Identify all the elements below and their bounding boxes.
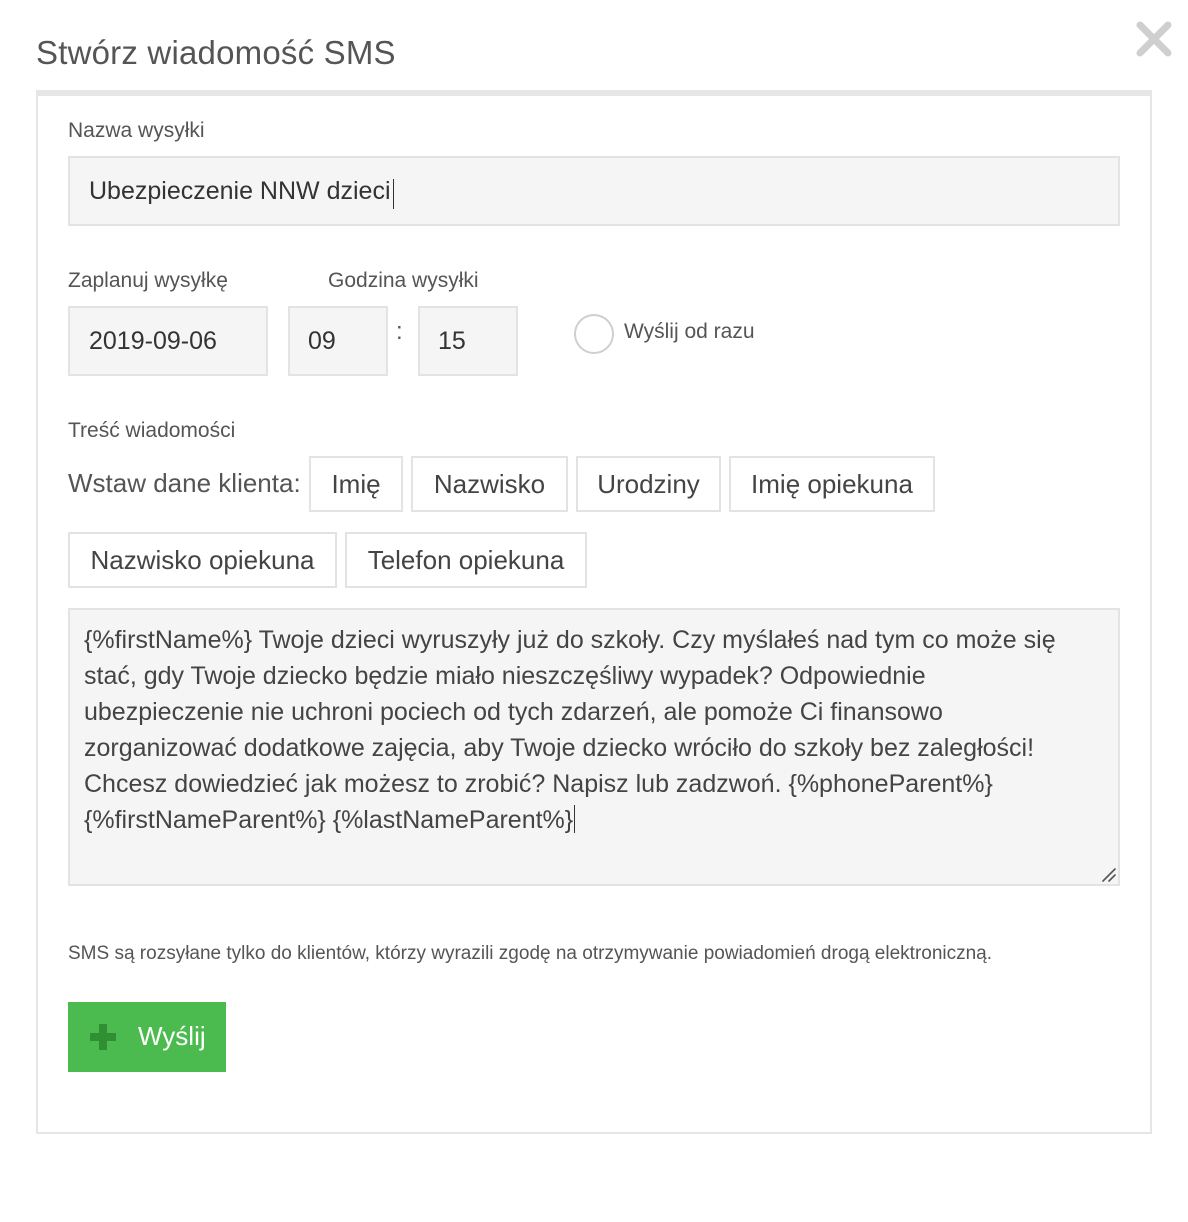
message-line: zorganizować dodatkowe zajęcia, aby Twoj… <box>84 734 1035 762</box>
message-line-last: {%firstNameParent%} {%lastNameParent%} <box>84 802 1104 838</box>
time-label: Godzina wysyłki <box>328 269 479 292</box>
hour-value: 09 <box>308 326 336 355</box>
message-line: {%firstNameParent%} {%lastNameParent%} <box>84 806 574 834</box>
text-caret <box>574 805 576 833</box>
insert-birthday-button[interactable]: Urodziny <box>576 456 721 512</box>
insert-client-data-label: Wstaw dane klienta: <box>68 468 301 498</box>
send-now-label: Wyślij od razu <box>624 320 755 343</box>
insert-parent-last-name-button[interactable]: Nazwisko opiekuna <box>68 532 337 588</box>
send-button-label: Wyślij <box>138 1021 206 1051</box>
insert-parent-phone-button[interactable]: Telefon opiekuna <box>345 532 587 588</box>
send-button[interactable]: Wyślij <box>68 1002 226 1072</box>
hour-field[interactable]: 09 <box>288 306 388 376</box>
message-line: Chcesz dowiedzieć jak możesz to zrobić? … <box>84 770 993 798</box>
date-field[interactable]: 2019-09-06 <box>68 306 268 376</box>
name-label: Nazwa wysyłki <box>68 119 205 142</box>
insert-last-name-button[interactable]: Nazwisko <box>411 456 568 512</box>
date-value: 2019-09-06 <box>89 326 217 355</box>
content-label: Treść wiadomości <box>68 419 236 442</box>
message-line: stać, gdy Twoje dziecko będzie miało nie… <box>84 662 926 690</box>
message-line: ubezpieczenie nie uchroni pociech od tyc… <box>84 698 943 726</box>
insert-parent-first-name-button[interactable]: Imię opiekuna <box>729 456 935 512</box>
consent-note: SMS są rozsyłane tylko do klientów, któr… <box>68 943 993 964</box>
minute-value: 15 <box>438 326 466 355</box>
message-line: {%firstName%} Twoje dzieci wyruszyły już… <box>84 626 1056 654</box>
name-field[interactable]: Ubezpieczenie NNW dzieci <box>68 156 1120 226</box>
schedule-label: Zaplanuj wysyłkę <box>68 269 228 292</box>
text-caret <box>392 179 394 209</box>
plus-icon <box>90 1024 116 1050</box>
name-value: Ubezpieczenie NNW dzieci <box>89 176 391 205</box>
insert-first-name-button[interactable]: Imię <box>309 456 403 512</box>
close-icon[interactable] <box>1133 18 1175 60</box>
dialog-title: Stwórz wiadomość SMS <box>36 34 396 71</box>
time-separator: : <box>396 318 403 345</box>
resize-handle-icon[interactable] <box>1100 866 1116 882</box>
message-textarea[interactable]: {%firstName%} Twoje dzieci wyruszyły już… <box>68 608 1120 886</box>
minute-field[interactable]: 15 <box>418 306 518 376</box>
send-now-radio[interactable] <box>574 314 614 354</box>
